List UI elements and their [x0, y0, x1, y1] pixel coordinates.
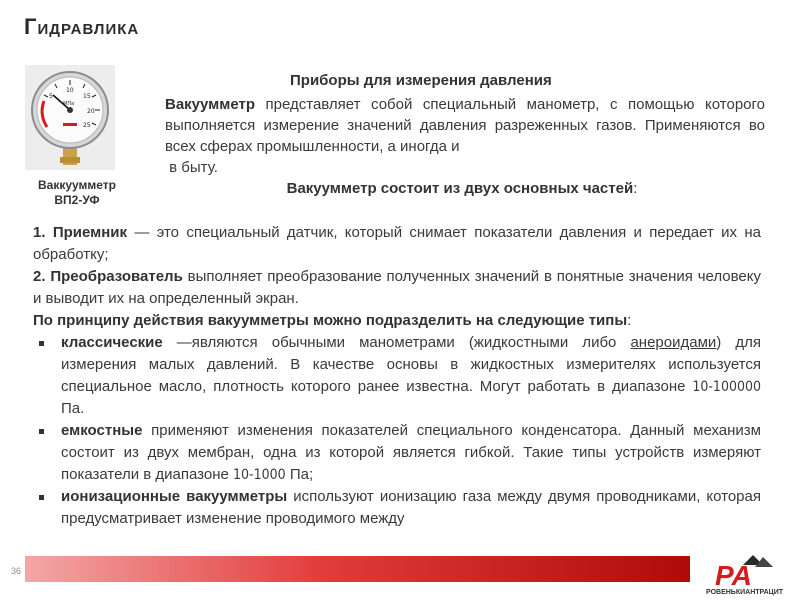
- part-item-1: 1. Приемник — это специальный датчик, ко…: [33, 222, 761, 266]
- list-item: ионизационные вакуумметры используют ион…: [33, 486, 761, 530]
- svg-text:25: 25: [83, 122, 91, 129]
- types-heading-colon: :: [627, 312, 632, 329]
- footer-bar: [25, 556, 690, 582]
- type-1-text: —являются обычными манометрами (жидкостн…: [162, 334, 631, 351]
- intro-text: представляет собой специальный манометр,…: [165, 96, 765, 155]
- type-2-unit: Па;: [285, 466, 314, 483]
- intro-tail: в быту.: [169, 159, 218, 176]
- types-list: классические —являются обычными манометр…: [33, 332, 761, 530]
- type-2-text: применяют изменения показателей специаль…: [61, 422, 761, 483]
- parts-heading: Вакуумметр состоит из двух основных част…: [272, 178, 652, 200]
- logo-icon: PA РОВЕНЬКИАНТРАЦИТ: [703, 551, 795, 596]
- caption-line-2: ВП2-УФ: [54, 193, 100, 207]
- image-caption: Ваккуумметр ВП2-УФ: [22, 178, 132, 208]
- gauge-icon: 10 15 20 5 25 МПа: [25, 65, 115, 170]
- part-1-number: 1.: [33, 224, 46, 241]
- intro-heading: Приборы для измерения давления: [290, 72, 552, 89]
- svg-text:15: 15: [83, 93, 91, 100]
- caption-line-1: Ваккуумметр: [37, 178, 117, 192]
- part-1-text: — это специальный датчик, который снимае…: [33, 224, 761, 263]
- slide-title: Гидравлика: [24, 14, 140, 39]
- intro-term: Вакуумметр: [165, 96, 256, 113]
- type-1-term: классические: [61, 334, 163, 351]
- part-1-term: Приемник: [52, 224, 128, 241]
- type-2-range: 10-1000: [233, 467, 286, 483]
- list-item: классические —являются обычными манометр…: [33, 332, 761, 420]
- aneroid-link[interactable]: анероидами: [630, 334, 716, 351]
- parts-heading-colon: :: [633, 180, 638, 197]
- types-heading: По принципу действия вакуумметры можно п…: [33, 310, 761, 332]
- type-1-range: 10-100000: [692, 379, 761, 395]
- main-body: 1. Приемник — это специальный датчик, ко…: [33, 222, 761, 530]
- parts-heading-text: Вакуумметр состоит из двух основных част…: [286, 180, 634, 197]
- types-heading-text: По принципу действия вакуумметры можно п…: [33, 312, 628, 329]
- logo-name: РОВЕНЬКИАНТРАЦИТ: [706, 589, 784, 596]
- list-item: емкостные применяют изменения показателе…: [33, 420, 761, 486]
- vacuum-gauge-image: 10 15 20 5 25 МПа: [25, 65, 115, 170]
- type-2-term: емкостные: [61, 422, 143, 439]
- slide-number: 36: [10, 566, 21, 576]
- part-item-2: 2. Преобразователь выполняет преобразова…: [33, 266, 761, 310]
- part-2-number: 2.: [33, 268, 46, 285]
- part-2-term: Преобразователь: [50, 268, 183, 285]
- svg-text:5: 5: [49, 93, 53, 100]
- svg-text:20: 20: [87, 108, 95, 115]
- company-logo: PA РОВЕНЬКИАНТРАЦИТ: [703, 551, 795, 596]
- intro-paragraph: Вакуумметр представляет собой специальны…: [165, 94, 765, 178]
- logo-mark: PA: [715, 560, 752, 591]
- type-1-unit: Па.: [61, 400, 85, 417]
- type-3-term: ионизационные вакуумметры: [61, 488, 288, 505]
- svg-text:10: 10: [66, 87, 74, 94]
